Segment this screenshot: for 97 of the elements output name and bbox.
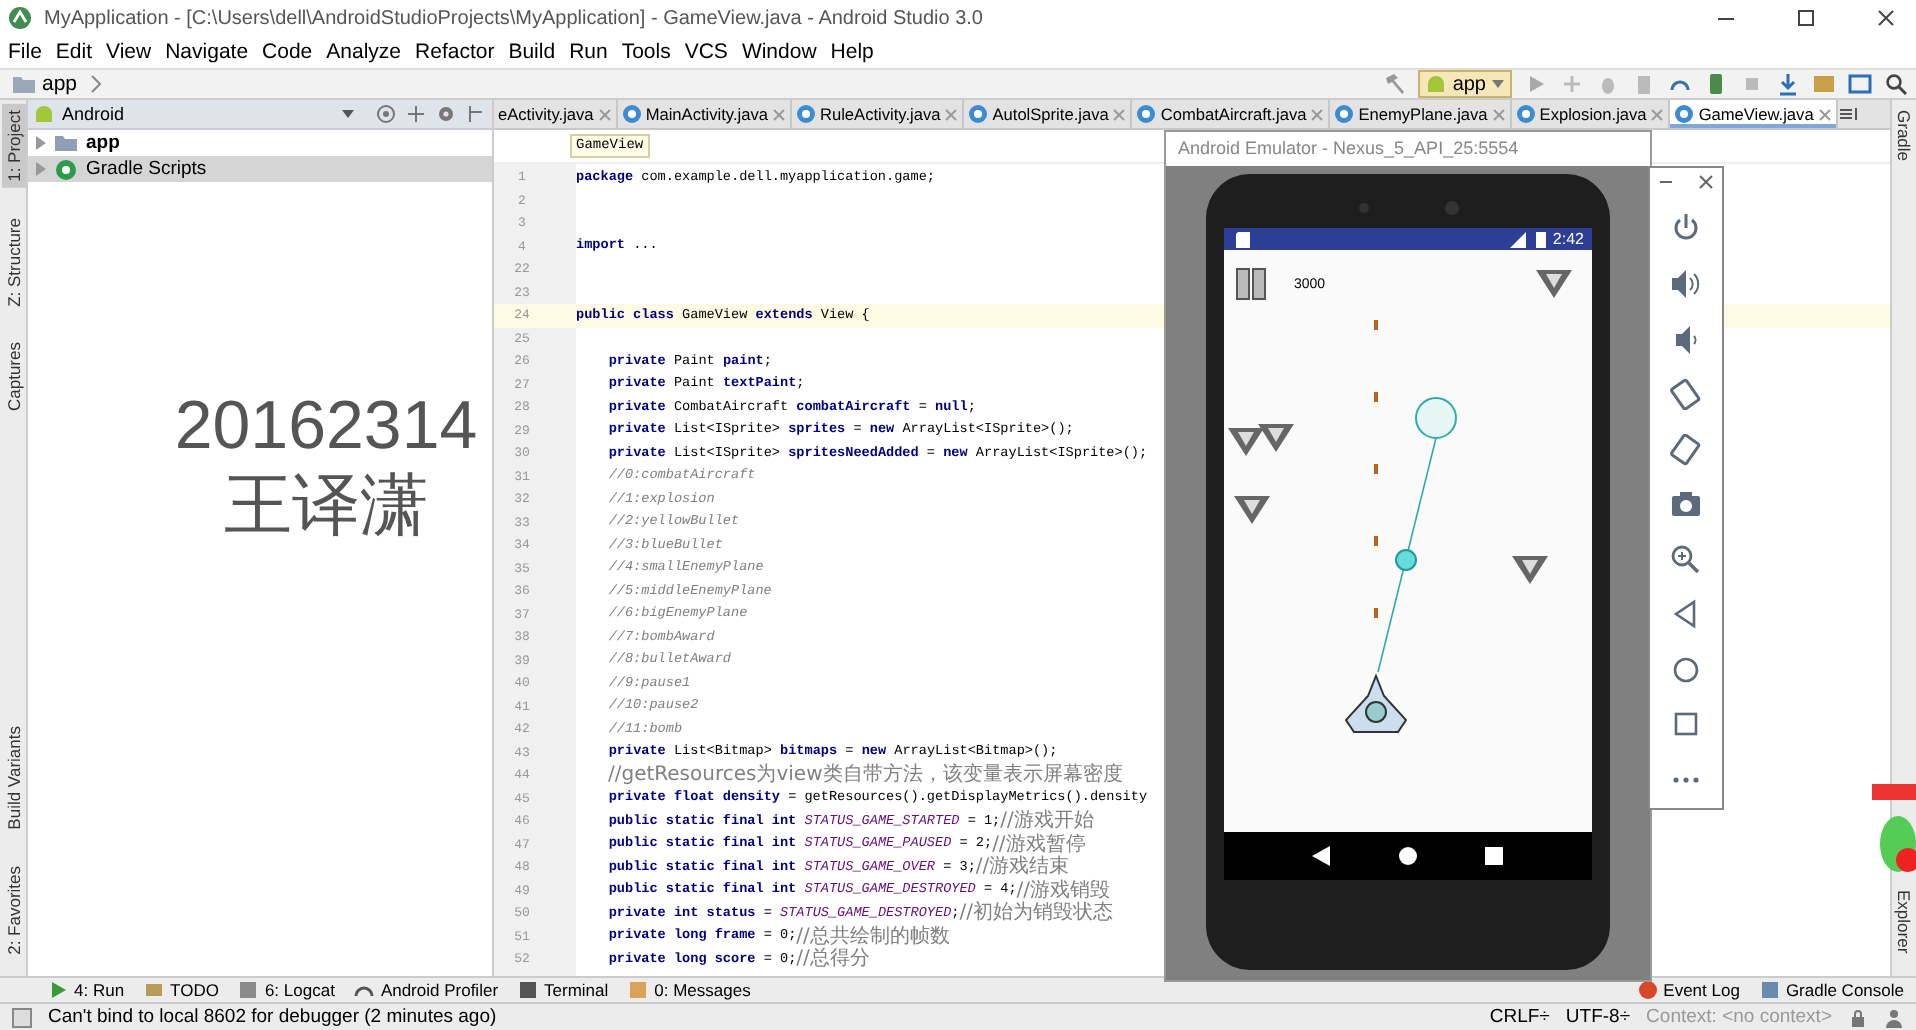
caption-text: 20162314 [174,386,478,466]
menu-item[interactable]: Build [508,38,556,66]
code-comment: //游戏结束 [975,856,1070,879]
android-icon [1426,74,1447,94]
tool-window-tab[interactable]: Build Variants [1,719,25,836]
enemy-plane-icon [1536,270,1572,298]
tool-window-tab[interactable]: Gradle [1892,104,1916,168]
chevron-icon [89,74,102,94]
camera-icon[interactable] [1670,488,1702,520]
code-comment: //游戏销毁 [1016,879,1111,902]
app-logo-icon [8,6,32,30]
tree-item[interactable]: app [28,130,492,156]
code-comment: //游戏暂停 [992,833,1086,856]
menu-item[interactable]: Refactor [415,38,495,66]
tool-window-tab[interactable]: Event Log [1637,980,1740,1000]
menu-item[interactable]: Run [569,38,608,66]
code-comment: //初始为销毁状态 [959,902,1113,925]
file-tab[interactable]: CombatAircraft.java [1132,100,1331,128]
tool-window-tab[interactable]: 1: Project [1,104,25,188]
tool-window-tab[interactable]: Android Profiler [354,980,499,1000]
class-icon [1674,104,1695,124]
tool-window-tab[interactable]: 0: Messages [628,980,751,1000]
maximize-icon[interactable] [1796,8,1816,28]
person-icon[interactable] [1884,1007,1904,1027]
menu-item[interactable]: File [8,38,42,66]
android-icon [34,104,54,124]
rotate-left-icon[interactable] [1670,378,1702,410]
file-tab[interactable]: GameView.java [1670,100,1838,128]
back-icon[interactable] [1312,846,1333,866]
target-icon[interactable] [376,104,396,124]
menu-item[interactable]: Tools [621,38,671,66]
tool-window-tab[interactable]: TODO [144,980,219,1000]
file-tab[interactable]: RuleActivity.java [791,100,965,128]
menu-item[interactable]: Navigate [165,38,249,66]
class-icon [795,104,816,124]
lock-icon[interactable] [1848,1007,1868,1027]
file-tab[interactable]: EnemyPlane.java [1330,100,1512,128]
code-comment: //游戏开始 [1000,810,1094,833]
download-icon[interactable] [1776,72,1800,96]
view-mode-dropdown[interactable]: Android [34,104,354,124]
tab-overflow-icon[interactable] [1837,104,1862,124]
status-message: Can't bind to local 8602 for debugger (2 minutes ago) [48,1006,497,1028]
menu-item[interactable]: Window [741,38,817,66]
window-title: MyApplication - [C:\Users\dell\AndroidStudioProjects\MyApplication] - GameView.java - Android Studio 3.0 [44,7,983,29]
tool-window-tab[interactable]: Explorer [1892,884,1916,960]
file-tab[interactable]: eActivity.java [494,100,618,128]
gradle-icon [54,157,78,181]
caret-icon [1492,80,1504,88]
caption-text: 王译潇 [224,466,428,546]
menu-item[interactable]: Edit [55,38,93,66]
breadcrumb-item[interactable]: app [12,72,78,96]
class-icon [621,104,642,124]
run-config-dropdown[interactable]: app [1418,70,1512,98]
volume-down-icon[interactable] [1670,323,1702,355]
menu-item[interactable]: VCS [684,38,728,66]
file-tab[interactable]: MainActivity.java [617,100,792,128]
search-icon[interactable] [1884,72,1908,96]
tool-window-tab[interactable]: 6: Logcat [238,980,335,1000]
menu-item[interactable]: Analyze [326,38,402,66]
clock-text: 2:42 [1552,230,1584,248]
volume-up-icon[interactable] [1670,268,1702,300]
tool-window-tab[interactable]: 2: Favorites [1,859,25,960]
menu-item[interactable]: View [106,38,152,66]
panel-toggle-icon[interactable] [12,1007,32,1027]
zoom-icon[interactable] [1670,543,1702,575]
overview-icon[interactable] [1483,846,1504,866]
tree-item[interactable]: Gradle Scripts [28,156,492,182]
home-icon[interactable] [1397,846,1418,866]
close-icon[interactable] [1698,174,1714,190]
folder-icon [12,74,36,94]
menu-item[interactable]: Help [830,38,874,66]
line-separator-selector[interactable]: CRLF÷ [1489,1006,1550,1028]
hammer-icon[interactable] [1382,72,1407,96]
collapse-icon[interactable] [406,104,426,124]
class-icon [1515,104,1536,124]
class-icon [968,104,989,124]
tool-window-tab[interactable]: Gradle Console [1759,980,1904,1000]
breadcrumb-label: app [42,72,78,96]
class-icon [1334,104,1355,124]
settings-icon[interactable] [436,104,456,124]
caret-icon [342,110,354,118]
tool-window-tab[interactable]: Terminal [518,980,609,1000]
code-comment: //getResources为view类自带方法，该变量表示屏幕密度 [606,764,1123,787]
close-icon[interactable] [1876,8,1896,28]
pause-icon[interactable] [1236,268,1266,300]
file-tab[interactable]: AutolSprite.java [964,100,1133,128]
code-comment: //总得分 [796,948,870,971]
tool-window-tab[interactable]: Captures [1,336,25,418]
power-icon[interactable] [1670,213,1702,245]
tool-window-tab[interactable]: 4: Run [48,980,125,1000]
code-comment: //总共绘制的帧数 [796,925,950,948]
tool-window-tab[interactable]: Z: Structure [1,211,25,313]
emulator-title: Android Emulator - Nexus_5_API_25:5554 [1166,132,1650,166]
rotate-right-icon[interactable] [1670,433,1702,465]
menu-item[interactable]: Code [262,38,313,66]
class-icon [1136,104,1157,124]
encoding-selector[interactable]: UTF-8÷ [1565,1006,1631,1028]
